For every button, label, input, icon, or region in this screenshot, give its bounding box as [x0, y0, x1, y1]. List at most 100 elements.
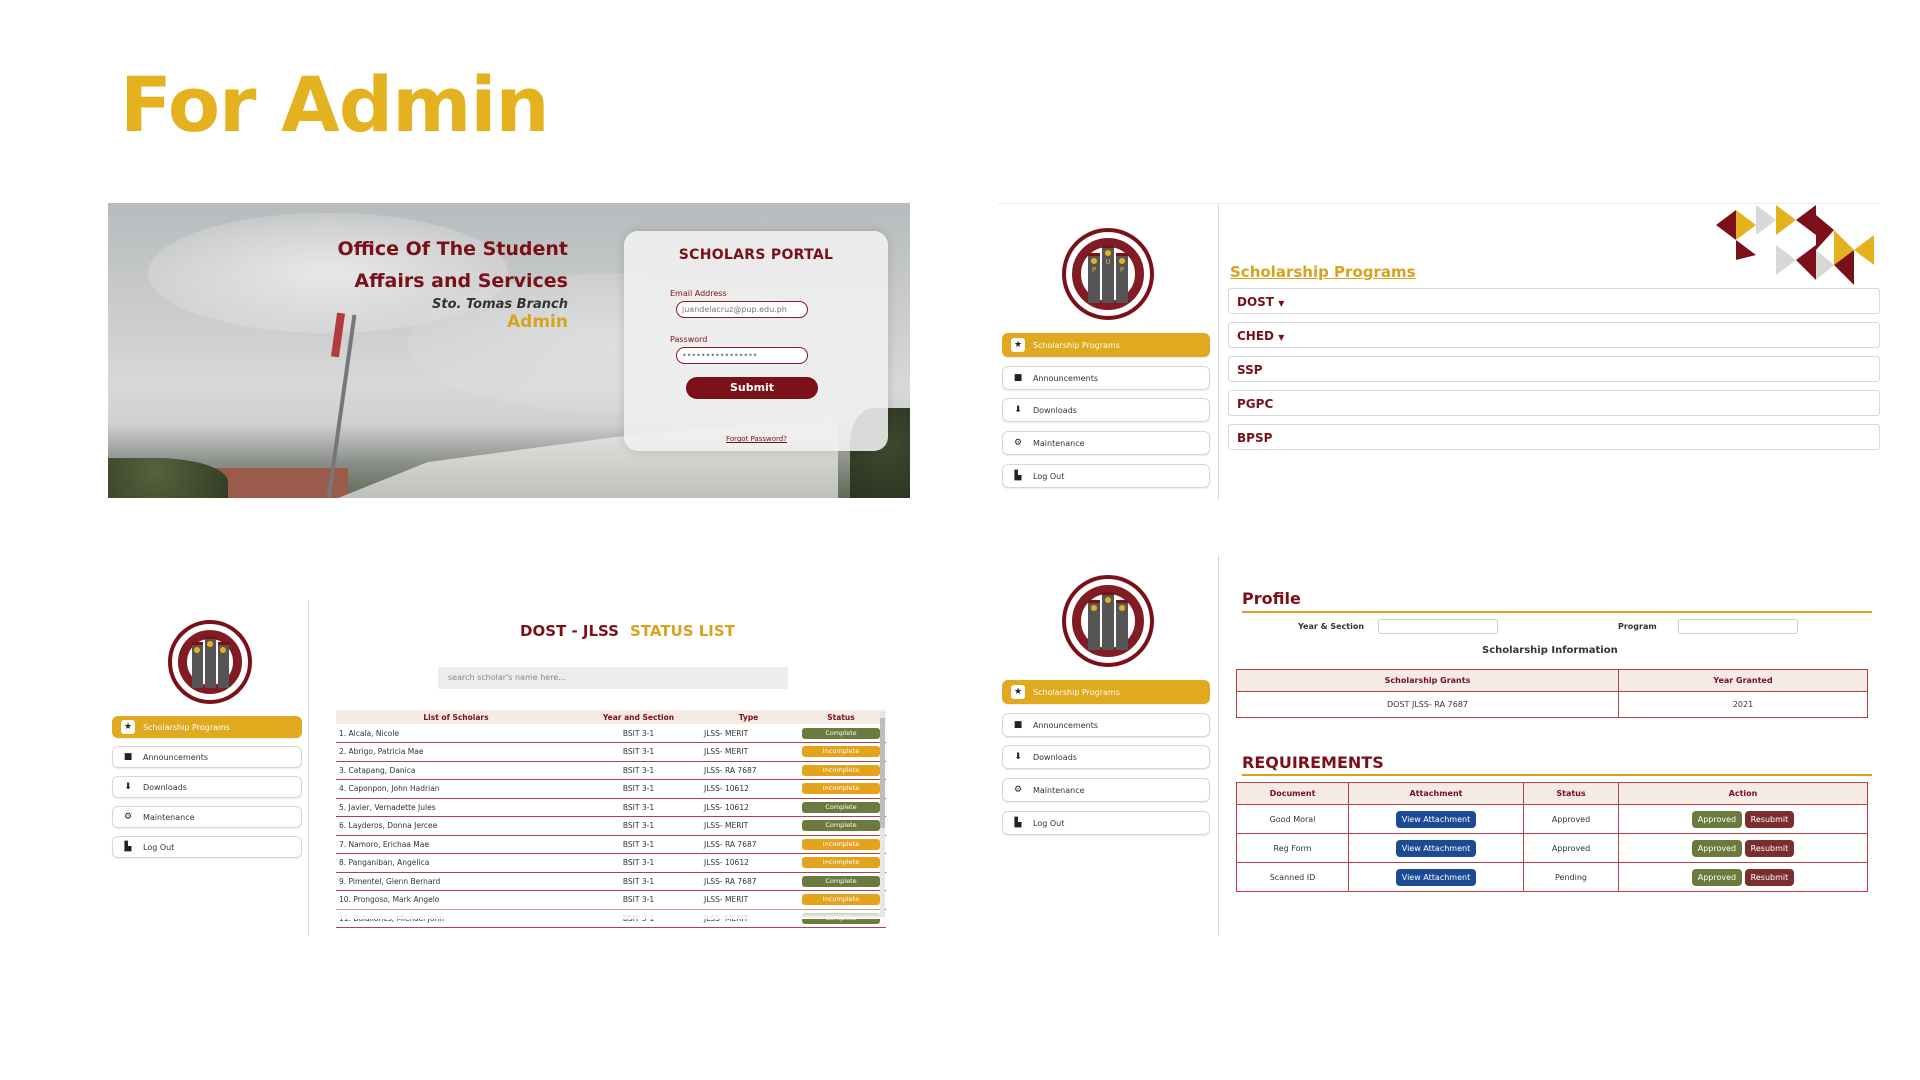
logo-letter: P — [1091, 266, 1097, 274]
pup-logo: P U P — [1062, 228, 1154, 320]
sidebar-item-maintenance[interactable]: ⚙ Maintenance — [1002, 431, 1210, 455]
table-row[interactable]: 1. Alcala, Nicole BSIT 3-1 JLSS- MERIT Comp… — [336, 724, 886, 743]
password-field[interactable]: •••••••••••••••• — [676, 347, 808, 364]
year-section: BSIT 3-1 — [576, 779, 701, 799]
action-cell: Approved Resubmit — [1618, 833, 1868, 863]
email-field[interactable]: juandelacruz@pup.edu.ph — [676, 301, 808, 318]
approve-button[interactable]: Approved — [1691, 839, 1743, 857]
view-attachment-button[interactable]: View Attachment — [1395, 810, 1477, 828]
sidebar-item-label: Scholarship Programs — [1033, 687, 1120, 697]
logo-letter: U — [1105, 258, 1111, 266]
document-name: Reg Form — [1236, 833, 1349, 863]
status-badge[interactable]: Incomplete — [802, 783, 880, 795]
scholar-name: 8. Panganiban, Angelica — [336, 853, 576, 873]
table-row[interactable]: 6. Layderos, Donna Jercee BSIT 3-1 JLSS- M… — [336, 816, 886, 836]
table-row[interactable]: 7. Namoro, Erichaa Mae BSIT 3-1 JLSS- RA 7… — [336, 835, 886, 854]
status-cell: Complete — [796, 724, 886, 743]
scholar-name: 3. Catapang, Danica — [336, 761, 576, 780]
grant-year: 2021 — [1618, 691, 1868, 718]
table-scrollbar[interactable] — [880, 712, 885, 917]
sidebar-item-announcements[interactable]: ■ Announcements — [112, 746, 302, 768]
approve-button[interactable]: Approved — [1691, 868, 1743, 886]
status-cell: Complete — [796, 816, 886, 836]
view-attachment-button[interactable]: View Attachment — [1395, 868, 1477, 886]
status-cell: Incomplete — [796, 853, 886, 873]
logo-pillar — [191, 642, 203, 688]
sidebar-item-log-out[interactable]: ▙ Log Out — [1002, 811, 1210, 835]
password-label: Password — [670, 335, 708, 344]
star-icon: ★ — [121, 720, 135, 734]
search-input[interactable]: search scholar's name here... — [438, 667, 788, 689]
submit-button[interactable]: Submit — [686, 377, 818, 399]
grants-table: Scholarship Grants Year Granted DOST JLS… — [1236, 669, 1868, 718]
sidebar-item-scholarship-programs[interactable]: ★ Scholarship Programs — [1002, 333, 1210, 357]
star-icon: ★ — [1011, 685, 1025, 699]
status-badge[interactable]: Complete — [802, 727, 880, 739]
program-ched[interactable]: CHED ▼ — [1228, 322, 1880, 348]
resubmit-button[interactable]: Resubmit — [1744, 810, 1795, 828]
view-attachment-button[interactable]: View Attachment — [1395, 839, 1477, 857]
status-badge[interactable]: Incomplete — [802, 764, 880, 776]
program-dost[interactable]: DOST ▼ — [1228, 288, 1880, 314]
table-row[interactable]: 8. Panganiban, Angelica BSIT 3-1 JLSS- 106… — [336, 853, 886, 873]
program-bpsp[interactable]: BPSP — [1228, 424, 1880, 450]
sidebar-item-downloads[interactable]: ⬇ Downloads — [1002, 745, 1210, 769]
table-row[interactable]: 2. Abrigo, Patricia Mae BSIT 3-1 JLSS- MER… — [336, 742, 886, 762]
status-badge[interactable]: Incomplete — [802, 746, 880, 758]
scrollbar-thumb[interactable] — [880, 718, 885, 828]
table-row[interactable]: 3. Catapang, Danica BSIT 3-1 JLSS- RA 7687… — [336, 761, 886, 780]
sidebar-item-downloads[interactable]: ⬇ Downloads — [112, 776, 302, 798]
table-row[interactable]: 9. Pimentel, Glenn Bernard BSIT 3-1 JLSS- … — [336, 872, 886, 891]
sidebar-item-log-out[interactable]: ▙ Log Out — [112, 836, 302, 858]
program-label: CHED — [1237, 329, 1275, 343]
table-row: DOST JLSS- RA 7687 2021 — [1236, 691, 1868, 718]
requirements-underline — [1242, 774, 1872, 776]
star-icon: ★ — [1011, 338, 1025, 352]
year-section: BSIT 3-1 — [576, 853, 701, 873]
profile-title: Profile — [1242, 589, 1301, 608]
logo-pillar: U — [1102, 245, 1114, 303]
status-badge[interactable]: Incomplete — [802, 838, 880, 850]
profile-underline — [1242, 611, 1872, 613]
sidebar-item-label: Announcements — [1033, 373, 1099, 383]
panel-divider — [308, 600, 309, 936]
resubmit-button[interactable]: Resubmit — [1744, 839, 1795, 857]
status-badge[interactable]: Complete — [802, 875, 880, 887]
logo-pillar: P — [1088, 253, 1100, 303]
status-badge[interactable]: Complete — [802, 820, 880, 832]
column-header: Year Granted — [1618, 669, 1868, 692]
year-section-field[interactable] — [1378, 619, 1498, 634]
sidebar-item-announcements[interactable]: ■ Announcements — [1002, 713, 1210, 737]
sidebar-item-label: Log Out — [1033, 818, 1065, 828]
status-badge[interactable]: Complete — [802, 801, 880, 813]
slide: For Admin Office Of The Student Affairs … — [0, 0, 1920, 1080]
program-field[interactable] — [1678, 619, 1798, 634]
sidebar-item-scholarship-programs[interactable]: ★ Scholarship Programs — [1002, 680, 1210, 704]
status-badge[interactable]: Incomplete — [802, 894, 880, 906]
status-cell: Incomplete — [796, 742, 886, 762]
sidebar-item-downloads[interactable]: ⬇ Downloads — [1002, 398, 1210, 422]
sidebar-item-log-out[interactable]: ▙ Log Out — [1002, 464, 1210, 488]
approve-button[interactable]: Approved — [1691, 810, 1743, 828]
sidebar-item-announcements[interactable]: ■ Announcements — [1002, 366, 1210, 390]
sidebar-item-label: Downloads — [1033, 752, 1077, 762]
sidebar-item-maintenance[interactable]: ⚙ Maintenance — [112, 806, 302, 828]
table-row[interactable]: 4. Caponpon, John Hadrian BSIT 3-1 JLSS- 1… — [336, 779, 886, 799]
status-badge[interactable]: Incomplete — [802, 857, 880, 869]
program-ssp[interactable]: SSP — [1228, 356, 1880, 382]
resubmit-button[interactable]: Resubmit — [1744, 868, 1795, 886]
document-status: Pending — [1523, 862, 1619, 892]
logo-letter: P — [1119, 266, 1125, 274]
column-header: Document — [1236, 782, 1349, 805]
table-scroll-fade — [336, 905, 881, 919]
status-list-subtitle: STATUS LIST — [630, 622, 735, 640]
sidebar-item-scholarship-programs[interactable]: ★ Scholarship Programs — [112, 716, 302, 738]
document-status: Approved — [1523, 833, 1619, 863]
requirements-table: Document Attachment Status Action Good M… — [1236, 782, 1868, 892]
sidebar-item-maintenance[interactable]: ⚙ Maintenance — [1002, 778, 1210, 802]
sidebar-item-label: Maintenance — [1033, 438, 1085, 448]
program-pgpc[interactable]: PGPC — [1228, 390, 1880, 416]
table-row: Scanned ID View Attachment Pending Approved… — [1236, 862, 1868, 892]
table-row[interactable]: 5. Javier, Vernadette Jules BSIT 3-1 JLSS-… — [336, 798, 886, 817]
forgot-password-link[interactable]: Forgot Password? — [726, 435, 787, 443]
